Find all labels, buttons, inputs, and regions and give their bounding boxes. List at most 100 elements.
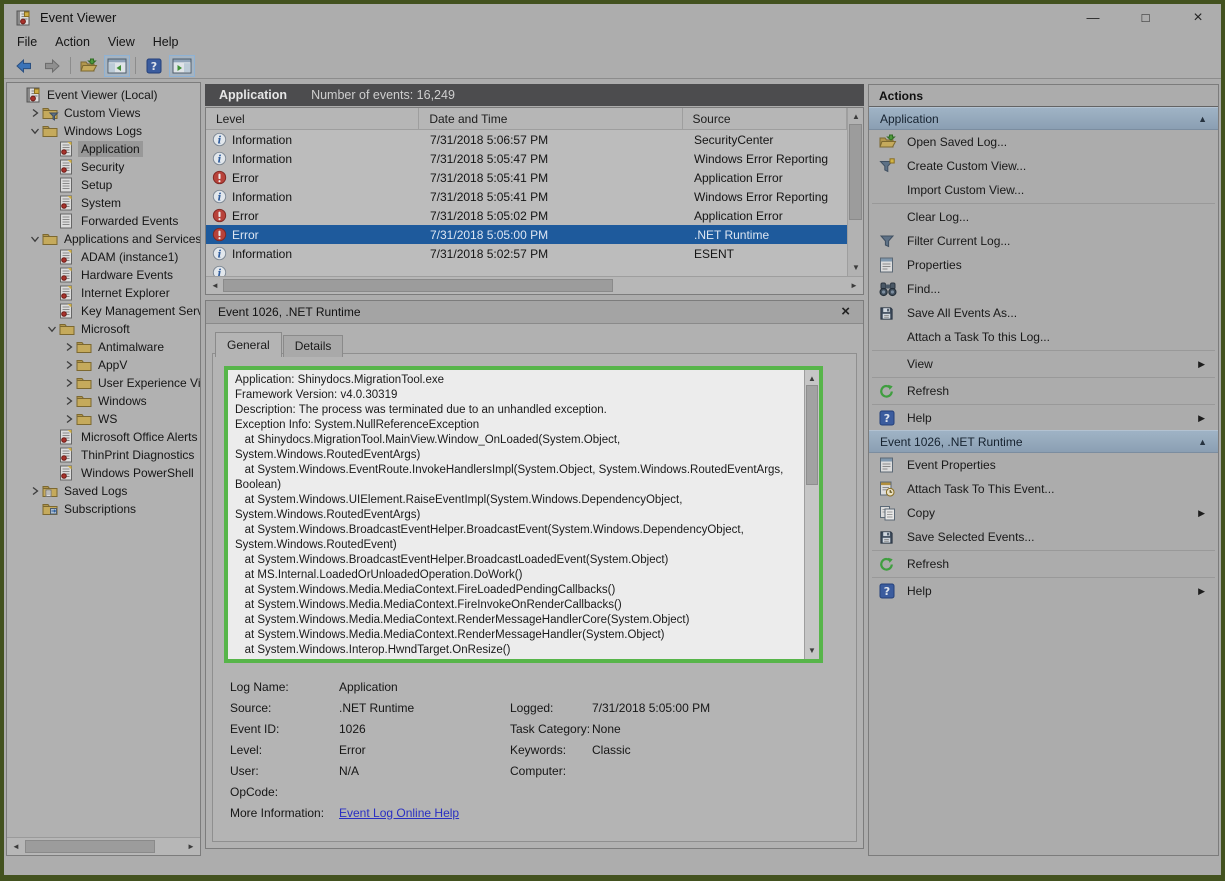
action-import-custom-view[interactable]: Import Custom View... — [869, 178, 1218, 202]
tree-item-subscriptions[interactable]: Subscriptions — [7, 500, 200, 518]
tree-item-security[interactable]: Security — [7, 158, 200, 176]
event-row[interactable]: iInformation7/31/2018 5:05:41 PMWindows … — [206, 187, 847, 206]
event-row[interactable]: Error7/31/2018 5:05:02 PMApplication Err… — [206, 206, 847, 225]
action-help[interactable]: ?Help▶ — [869, 579, 1218, 603]
scrollbar-thumb[interactable] — [849, 124, 862, 220]
tab-details[interactable]: Details — [283, 335, 344, 357]
actions-section-event-1026-net-runtime[interactable]: Event 1026, .NET Runtime▲ — [869, 430, 1218, 453]
action-refresh[interactable]: Refresh — [869, 552, 1218, 576]
expander-collapsed[interactable] — [62, 378, 76, 388]
event-row[interactable]: iInformation7/31/2018 5:06:57 PMSecurity… — [206, 130, 847, 149]
action-help[interactable]: ?Help▶ — [869, 406, 1218, 430]
expander-expanded[interactable] — [28, 126, 42, 136]
action-save-selected-events[interactable]: Save Selected Events... — [869, 525, 1218, 549]
action-view[interactable]: View▶ — [869, 352, 1218, 376]
column-header-level[interactable]: Level — [206, 108, 419, 129]
tree-item-hardware-events[interactable]: Hardware Events — [7, 266, 200, 284]
scroll-right-icon[interactable]: ► — [846, 277, 862, 294]
event-row[interactable]: Error7/31/2018 5:05:41 PMApplication Err… — [206, 168, 847, 187]
scrollbar-thumb[interactable] — [223, 279, 613, 292]
description-vertical-scrollbar[interactable]: ▲ ▼ — [804, 370, 819, 659]
collapse-icon[interactable]: ▲ — [1198, 114, 1207, 124]
show-action-pane-button[interactable] — [169, 55, 195, 77]
tree-item-user-experience-virtua[interactable]: User Experience Virtua — [7, 374, 200, 392]
expander-collapsed[interactable] — [62, 414, 76, 424]
action-event-properties[interactable]: Event Properties — [869, 453, 1218, 477]
show-console-tree-button[interactable] — [104, 55, 130, 77]
minimize-button[interactable]: — — [1078, 10, 1108, 25]
tree-item-internet-explorer[interactable]: Internet Explorer — [7, 284, 200, 302]
tree-item-appv[interactable]: AppV — [7, 356, 200, 374]
menu-item-help[interactable]: Help — [144, 33, 188, 51]
open-saved-log-button[interactable] — [76, 55, 102, 77]
column-header-source[interactable]: Source — [683, 108, 848, 129]
maximize-button[interactable]: □ — [1131, 10, 1161, 25]
tree-item-thinprint-diagnostics[interactable]: ThinPrint Diagnostics — [7, 446, 200, 464]
scroll-up-icon[interactable]: ▲ — [848, 108, 864, 125]
close-icon[interactable]: × — [841, 303, 850, 320]
event-list-vertical-scrollbar[interactable]: ▲ ▼ — [847, 108, 863, 276]
back-arrow-button[interactable] — [11, 55, 37, 77]
tree-item-system[interactable]: System — [7, 194, 200, 212]
tree-item-microsoft[interactable]: Microsoft — [7, 320, 200, 338]
menu-item-action[interactable]: Action — [46, 33, 99, 51]
expander-collapsed[interactable] — [28, 108, 42, 118]
action-clear-log[interactable]: Clear Log... — [869, 205, 1218, 229]
scrollbar-thumb[interactable] — [806, 385, 818, 485]
tree-horizontal-scrollbar[interactable]: ◄ ► — [7, 837, 200, 855]
action-save-all-events-as[interactable]: Save All Events As... — [869, 301, 1218, 325]
tree-item-ws[interactable]: WS — [7, 410, 200, 428]
action-copy[interactable]: Copy▶ — [869, 501, 1218, 525]
expander-collapsed[interactable] — [28, 486, 42, 496]
expander-collapsed[interactable] — [62, 360, 76, 370]
scroll-down-icon[interactable]: ▼ — [848, 259, 864, 276]
action-find[interactable]: Find... — [869, 277, 1218, 301]
actions-section-application[interactable]: Application▲ — [869, 107, 1218, 130]
action-open-saved-log[interactable]: Open Saved Log... — [869, 130, 1218, 154]
action-refresh[interactable]: Refresh — [869, 379, 1218, 403]
tree-item-windows-logs[interactable]: Windows Logs — [7, 122, 200, 140]
scroll-right-icon[interactable]: ► — [183, 838, 199, 855]
action-attach-task-to-this-event[interactable]: Attach Task To This Event... — [869, 477, 1218, 501]
tree-item-application[interactable]: Application — [7, 140, 200, 158]
expander-expanded[interactable] — [28, 234, 42, 244]
tree-item-forwarded-events[interactable]: Forwarded Events — [7, 212, 200, 230]
event-list-horizontal-scrollbar[interactable]: ◄ ► — [206, 276, 863, 294]
tree-item-saved-logs[interactable]: Saved Logs — [7, 482, 200, 500]
action-create-custom-view[interactable]: Create Custom View... — [869, 154, 1218, 178]
menu-item-view[interactable]: View — [99, 33, 144, 51]
event-row[interactable]: i — [206, 263, 847, 276]
menu-item-file[interactable]: File — [8, 33, 46, 51]
action-attach-a-task-to-this-log[interactable]: Attach a Task To this Log... — [869, 325, 1218, 349]
scroll-left-icon[interactable]: ◄ — [207, 277, 223, 294]
action-properties[interactable]: Properties — [869, 253, 1218, 277]
event-row[interactable]: iInformation7/31/2018 5:02:57 PMESENT — [206, 244, 847, 263]
action-filter-current-log[interactable]: Filter Current Log... — [869, 229, 1218, 253]
scroll-down-icon[interactable]: ▼ — [804, 642, 820, 659]
tree-item-applications-and-services-lo[interactable]: Applications and Services Lo — [7, 230, 200, 248]
event-log-online-help-link[interactable]: Event Log Online Help — [339, 806, 510, 820]
tree-item-windows[interactable]: Windows — [7, 392, 200, 410]
tree-item-microsoft-office-alerts[interactable]: Microsoft Office Alerts — [7, 428, 200, 446]
tree-item-adam-instance1[interactable]: ADAM (instance1) — [7, 248, 200, 266]
event-row[interactable]: Error7/31/2018 5:05:00 PM.NET Runtime — [206, 225, 847, 244]
event-row[interactable]: iInformation7/31/2018 5:05:47 PMWindows … — [206, 149, 847, 168]
tree-item-antimalware[interactable]: Antimalware — [7, 338, 200, 356]
collapse-icon[interactable]: ▲ — [1198, 437, 1207, 447]
forward-arrow-button[interactable] — [39, 55, 65, 77]
expander-collapsed[interactable] — [62, 342, 76, 352]
event-description-text[interactable]: Application: Shinydocs.MigrationTool.exe… — [228, 370, 804, 659]
tree-item-custom-views[interactable]: Custom Views — [7, 104, 200, 122]
tab-general[interactable]: General — [215, 332, 282, 357]
close-button[interactable]: × — [1183, 9, 1213, 27]
expander-collapsed[interactable] — [62, 396, 76, 406]
tree-item-event-viewer-local[interactable]: Event Viewer (Local) — [7, 86, 200, 104]
tree-item-key-management-service[interactable]: Key Management Service — [7, 302, 200, 320]
column-header-date-and-time[interactable]: Date and Time — [419, 108, 682, 129]
expander-expanded[interactable] — [45, 324, 59, 334]
scrollbar-thumb[interactable] — [25, 840, 155, 853]
help-button[interactable]: ? — [141, 55, 167, 77]
scroll-left-icon[interactable]: ◄ — [8, 838, 24, 855]
tree-item-setup[interactable]: Setup — [7, 176, 200, 194]
tree-item-windows-powershell[interactable]: Windows PowerShell — [7, 464, 200, 482]
